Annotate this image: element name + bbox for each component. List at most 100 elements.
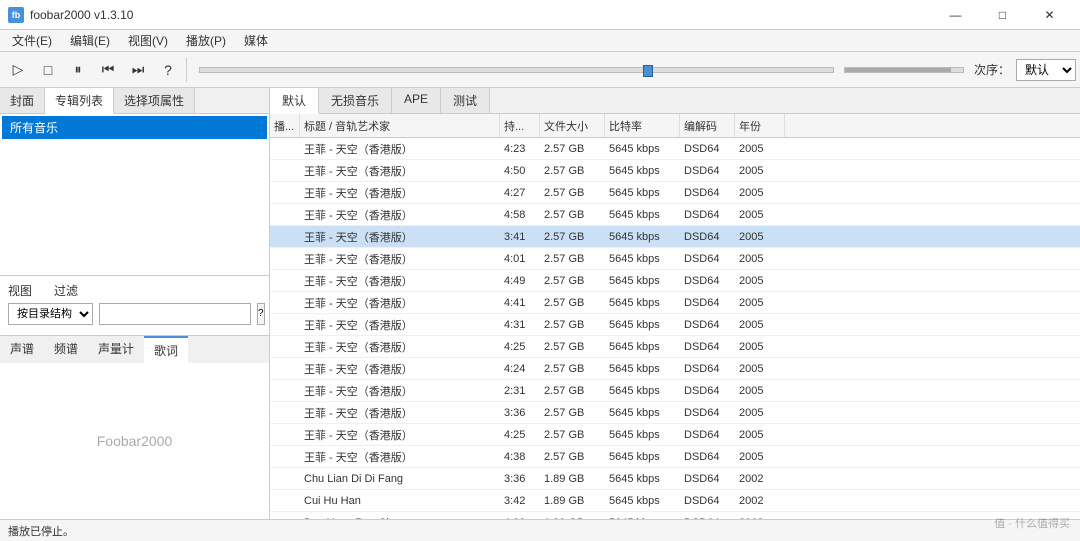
cell-size: 2.57 GB bbox=[540, 358, 605, 379]
playlist-row[interactable]: 王菲 - 天空（香港版） 4:31 2.57 GB 5645 kbps DSD6… bbox=[270, 314, 1080, 336]
menu-play[interactable]: 播放(P) bbox=[178, 30, 234, 51]
cell-codec: DSD64 bbox=[680, 204, 735, 225]
close-button[interactable]: ✕ bbox=[1027, 0, 1072, 30]
cell-title: Dan Yuan Ren Chan... bbox=[300, 512, 500, 519]
cell-num bbox=[270, 358, 300, 379]
tab-vumeeter[interactable]: 声量计 bbox=[88, 336, 144, 363]
cell-title: 王菲 - 天空（香港版） bbox=[300, 380, 500, 401]
playlist-row[interactable]: 王菲 - 天空（香港版） 3:41 2.57 GB 5645 kbps DSD6… bbox=[270, 226, 1080, 248]
filter-search-button[interactable]: ? bbox=[257, 303, 265, 325]
playlist-tab-ape[interactable]: APE bbox=[392, 88, 441, 113]
playlist-row[interactable]: 王菲 - 天空（香港版） 4:01 2.57 GB 5645 kbps DSD6… bbox=[270, 248, 1080, 270]
menu-edit[interactable]: 编辑(E) bbox=[62, 30, 118, 51]
col-codec[interactable]: 编解码 bbox=[680, 114, 735, 137]
tree-item-all-music[interactable]: 所有音乐 bbox=[2, 116, 267, 139]
playlist-row[interactable]: Chu Lian Di Di Fang 3:36 1.89 GB 5645 kb… bbox=[270, 468, 1080, 490]
playlist-row[interactable]: 王菲 - 天空（香港版） 4:38 2.57 GB 5645 kbps DSD6… bbox=[270, 446, 1080, 468]
cell-title: 王菲 - 天空（香港版） bbox=[300, 402, 500, 423]
cell-bitrate: 5645 kbps bbox=[605, 402, 680, 423]
title-left: fb foobar2000 v1.3.10 bbox=[8, 7, 133, 23]
col-size[interactable]: 文件大小 bbox=[540, 114, 605, 137]
cell-year: 2002 bbox=[735, 512, 785, 519]
stop-button[interactable]: □ bbox=[34, 56, 62, 84]
playlist-row[interactable]: 王菲 - 天空（香港版） 4:25 2.57 GB 5645 kbps DSD6… bbox=[270, 424, 1080, 446]
cell-title: 王菲 - 天空（香港版） bbox=[300, 336, 500, 357]
cell-year: 2005 bbox=[735, 138, 785, 159]
playlist-row[interactable]: 王菲 - 天空（香港版） 4:27 2.57 GB 5645 kbps DSD6… bbox=[270, 182, 1080, 204]
right-panel: 默认 无损音乐 APE 测试 播... 标题 / 音轨艺术家 持... 文件大小… bbox=[270, 88, 1080, 519]
tab-properties[interactable]: 选择项属性 bbox=[114, 88, 195, 113]
cell-title: 王菲 - 天空（香港版） bbox=[300, 314, 500, 335]
playlist-tab-lossless[interactable]: 无损音乐 bbox=[319, 88, 392, 113]
cell-codec: DSD64 bbox=[680, 380, 735, 401]
view-select[interactable]: 按目录结构 bbox=[8, 303, 93, 325]
menu-file[interactable]: 文件(E) bbox=[4, 30, 60, 51]
cell-bitrate: 5645 kbps bbox=[605, 446, 680, 467]
view-section: 视图 过滤 按目录结构 ? bbox=[0, 275, 269, 335]
cell-bitrate: 5645 kbps bbox=[605, 336, 680, 357]
playlist-tab-test[interactable]: 测试 bbox=[441, 88, 490, 113]
col-bitrate[interactable]: 比特率 bbox=[605, 114, 680, 137]
seek-bar[interactable] bbox=[199, 67, 834, 73]
cell-bitrate: 5645 kbps bbox=[605, 314, 680, 335]
cell-size: 1.89 GB bbox=[540, 468, 605, 489]
cell-title: 王菲 - 天空（香港版） bbox=[300, 204, 500, 225]
minimize-button[interactable]: — bbox=[933, 0, 978, 30]
col-year[interactable]: 年份 bbox=[735, 114, 785, 137]
col-title[interactable]: 标题 / 音轨艺术家 bbox=[300, 114, 500, 137]
playlist-row[interactable]: 王菲 - 天空（香港版） 4:49 2.57 GB 5645 kbps DSD6… bbox=[270, 270, 1080, 292]
library-tree: 所有音乐 bbox=[0, 114, 269, 275]
bottom-tabs: 声谱 频谱 声量计 歌词 bbox=[0, 335, 269, 363]
view-row: 视图 过滤 bbox=[8, 282, 261, 299]
menu-bar: 文件(E) 编辑(E) 视图(V) 播放(P) 媒体 bbox=[0, 30, 1080, 52]
playlist-row[interactable]: Cui Hu Han 3:42 1.89 GB 5645 kbps DSD64 … bbox=[270, 490, 1080, 512]
seek-thumb[interactable] bbox=[643, 65, 653, 77]
cell-bitrate: 5645 kbps bbox=[605, 138, 680, 159]
col-num[interactable]: 播... bbox=[270, 114, 300, 137]
menu-media[interactable]: 媒体 bbox=[236, 30, 276, 51]
cell-num bbox=[270, 380, 300, 401]
order-select[interactable]: 默认 随机 重复 bbox=[1016, 59, 1076, 81]
tab-spectrogram[interactable]: 声谱 bbox=[0, 336, 44, 363]
tab-spectrum[interactable]: 频谱 bbox=[44, 336, 88, 363]
title-controls: — □ ✕ bbox=[933, 0, 1072, 30]
playlist-row[interactable]: 王菲 - 天空（香港版） 4:23 2.57 GB 5645 kbps DSD6… bbox=[270, 138, 1080, 160]
playlist-row[interactable]: 王菲 - 天空（香港版） 2:31 2.57 GB 5645 kbps DSD6… bbox=[270, 380, 1080, 402]
playlist-row[interactable]: 王菲 - 天空（香港版） 4:24 2.57 GB 5645 kbps DSD6… bbox=[270, 358, 1080, 380]
next-button[interactable]: ⏭ bbox=[124, 56, 152, 84]
cell-title: 王菲 - 天空（香港版） bbox=[300, 160, 500, 181]
cell-dur: 4:01 bbox=[500, 248, 540, 269]
cell-codec: DSD64 bbox=[680, 314, 735, 335]
status-bar: 播放已停止。 bbox=[0, 519, 1080, 541]
cell-dur: 4:49 bbox=[500, 270, 540, 291]
playlist-tab-default[interactable]: 默认 bbox=[270, 88, 319, 114]
cell-year: 2005 bbox=[735, 248, 785, 269]
cell-title: 王菲 - 天空（香港版） bbox=[300, 424, 500, 445]
cell-dur: 4:24 bbox=[500, 358, 540, 379]
maximize-button[interactable]: □ bbox=[980, 0, 1025, 30]
tab-lyrics[interactable]: 歌词 bbox=[144, 336, 188, 363]
volume-bar[interactable] bbox=[844, 67, 964, 73]
pause-button[interactable]: ⏸ bbox=[64, 56, 92, 84]
col-dur[interactable]: 持... bbox=[500, 114, 540, 137]
playlist-row[interactable]: 王菲 - 天空（香港版） 4:25 2.57 GB 5645 kbps DSD6… bbox=[270, 336, 1080, 358]
playlist-row[interactable]: 王菲 - 天空（香港版） 4:41 2.57 GB 5645 kbps DSD6… bbox=[270, 292, 1080, 314]
cell-size: 2.57 GB bbox=[540, 226, 605, 247]
playlist-row[interactable]: 王菲 - 天空（香港版） 4:58 2.57 GB 5645 kbps DSD6… bbox=[270, 204, 1080, 226]
cell-dur: 3:42 bbox=[500, 490, 540, 511]
cell-codec: DSD64 bbox=[680, 138, 735, 159]
cell-title: 王菲 - 天空（香港版） bbox=[300, 248, 500, 269]
cell-codec: DSD64 bbox=[680, 160, 735, 181]
play-button[interactable]: ▷ bbox=[4, 56, 32, 84]
playlist-row[interactable]: Dan Yuan Ren Chan... 4:20 1.89 GB 5645 k… bbox=[270, 512, 1080, 519]
tab-cover[interactable]: 封面 bbox=[0, 88, 45, 113]
playlist-row[interactable]: 王菲 - 天空（香港版） 3:36 2.57 GB 5645 kbps DSD6… bbox=[270, 402, 1080, 424]
cell-size: 2.57 GB bbox=[540, 204, 605, 225]
cell-codec: DSD64 bbox=[680, 226, 735, 247]
info-button[interactable]: ? bbox=[154, 56, 182, 84]
menu-view[interactable]: 视图(V) bbox=[120, 30, 176, 51]
playlist-row[interactable]: 王菲 - 天空（香港版） 4:50 2.57 GB 5645 kbps DSD6… bbox=[270, 160, 1080, 182]
tab-album-list[interactable]: 专辑列表 bbox=[45, 88, 114, 114]
filter-input[interactable] bbox=[99, 303, 251, 325]
prev-button[interactable]: ⏮ bbox=[94, 56, 122, 84]
